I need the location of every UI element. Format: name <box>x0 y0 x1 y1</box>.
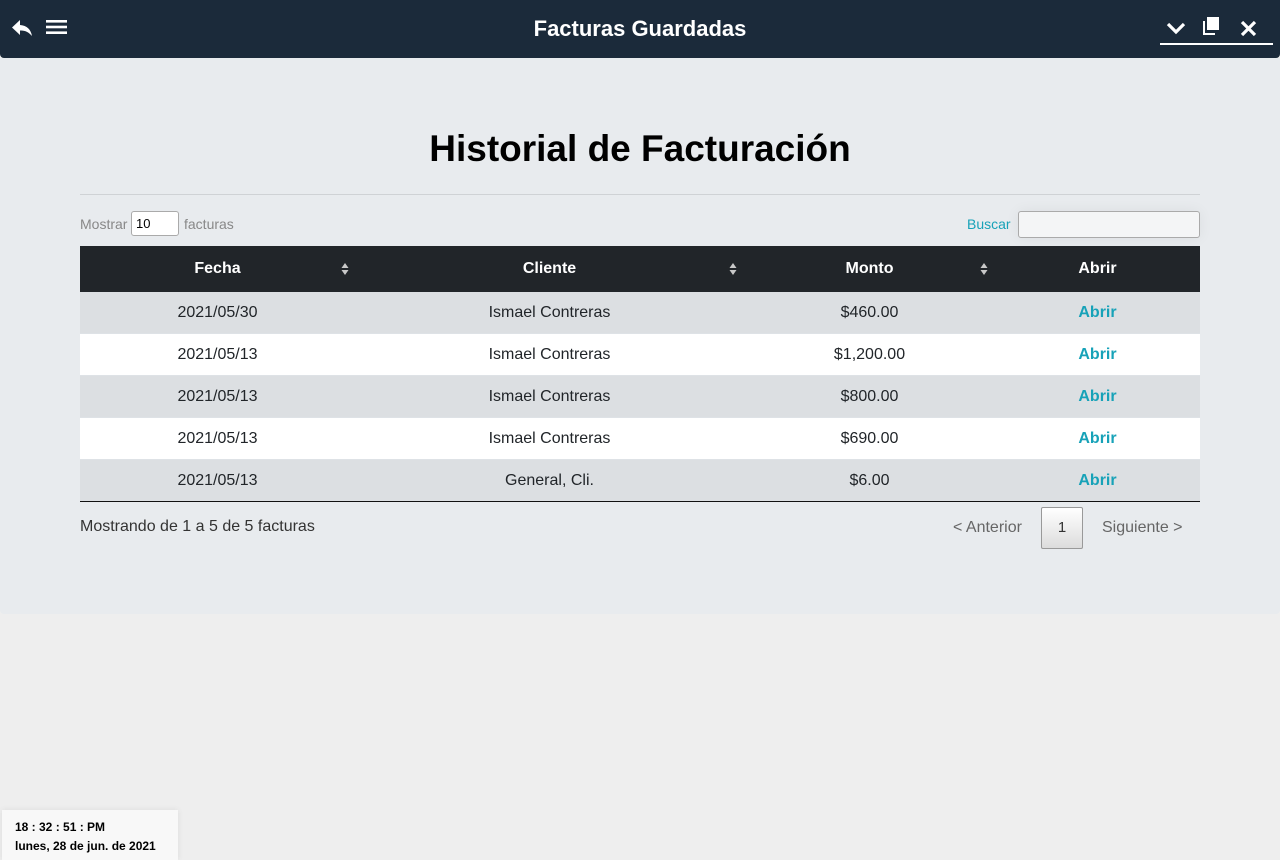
pagination-page-1[interactable]: 1 <box>1041 507 1083 549</box>
invoices-table: Fecha Cliente Monto Abrir 2021/05/30 Ism… <box>80 246 1200 502</box>
cell-fecha: 2021/05/13 <box>177 430 258 447</box>
column-header-fecha[interactable]: Fecha <box>80 246 355 292</box>
table-row: 2021/05/13 Ismael Contreras $800.00 Abri… <box>80 376 1200 418</box>
title-bar: Facturas Guardadas <box>0 0 1280 58</box>
cell-monto: $1,200.00 <box>833 346 906 363</box>
sort-icon <box>729 263 737 275</box>
cell-fecha: 2021/05/13 <box>177 346 258 363</box>
open-invoice-link[interactable]: Abrir <box>995 334 1200 375</box>
open-invoice-link[interactable]: Abrir <box>995 292 1200 333</box>
restore-window-icon[interactable] <box>1201 14 1221 36</box>
column-header-cliente[interactable]: Cliente <box>355 246 744 292</box>
table-row: 2021/05/13 Ismael Contreras $1,200.00 Ab… <box>80 334 1200 376</box>
cell-fecha: 2021/05/13 <box>177 388 258 405</box>
column-header-abrir: Abrir <box>995 246 1200 292</box>
show-suffix-label: facturas <box>184 216 234 232</box>
cell-cliente: Ismael Contreras <box>488 346 611 363</box>
open-invoice-link[interactable]: Abrir <box>995 376 1200 417</box>
table-header-row: Fecha Cliente Monto Abrir <box>80 246 1200 292</box>
cell-fecha: 2021/05/30 <box>177 304 258 321</box>
column-header-label: Fecha <box>194 260 241 277</box>
search-label: Buscar <box>967 216 1011 232</box>
cell-cliente: Ismael Contreras <box>488 304 611 321</box>
pagination-previous-button[interactable]: < Anterior <box>953 519 1022 537</box>
sort-icon <box>341 263 349 275</box>
pagination-next-button[interactable]: Siguiente > <box>1102 519 1183 537</box>
window-title: Facturas Guardadas <box>533 16 747 41</box>
clock-time: 18 : 32 : 51 : PM <box>15 820 106 834</box>
clock-date: lunes, 28 de jun. de 2021 <box>15 839 156 853</box>
table-row: 2021/05/13 General, Cli. $6.00 Abrir <box>80 460 1200 502</box>
cell-monto: $800.00 <box>840 388 899 405</box>
cell-cliente: Ismael Contreras <box>488 430 611 447</box>
sort-icon <box>980 263 988 275</box>
page-title: Historial de Facturación <box>429 128 851 169</box>
cell-monto: $460.00 <box>840 304 899 321</box>
column-header-monto[interactable]: Monto <box>744 246 995 292</box>
close-icon[interactable] <box>1238 18 1258 38</box>
chevron-down-icon[interactable] <box>1165 17 1187 39</box>
page-length-input[interactable] <box>131 211 179 236</box>
open-invoice-link[interactable]: Abrir <box>995 418 1200 459</box>
divider <box>80 194 1200 195</box>
window-controls-underline <box>1160 43 1273 45</box>
table-info: Mostrando de 1 a 5 de 5 facturas <box>80 518 315 535</box>
show-label: Mostrar <box>80 216 128 232</box>
table-row: 2021/05/13 Ismael Contreras $690.00 Abri… <box>80 418 1200 460</box>
clock-widget: 18 : 32 : 51 : PM lunes, 28 de jun. de 2… <box>2 810 178 860</box>
open-invoice-link[interactable]: Abrir <box>995 460 1200 501</box>
cell-cliente: Ismael Contreras <box>488 388 611 405</box>
back-arrow-icon[interactable] <box>10 16 34 40</box>
column-header-label: Monto <box>845 260 894 277</box>
hamburger-menu-icon[interactable] <box>45 17 67 37</box>
column-header-label: Abrir <box>1078 260 1117 277</box>
column-header-label: Cliente <box>522 260 577 277</box>
cell-monto: $690.00 <box>840 430 899 447</box>
table-row: 2021/05/30 Ismael Contreras $460.00 Abri… <box>80 292 1200 334</box>
cell-monto: $6.00 <box>849 472 890 489</box>
cell-cliente: General, Cli. <box>505 472 594 489</box>
search-input[interactable] <box>1018 211 1200 238</box>
cell-fecha: 2021/05/13 <box>177 472 258 489</box>
